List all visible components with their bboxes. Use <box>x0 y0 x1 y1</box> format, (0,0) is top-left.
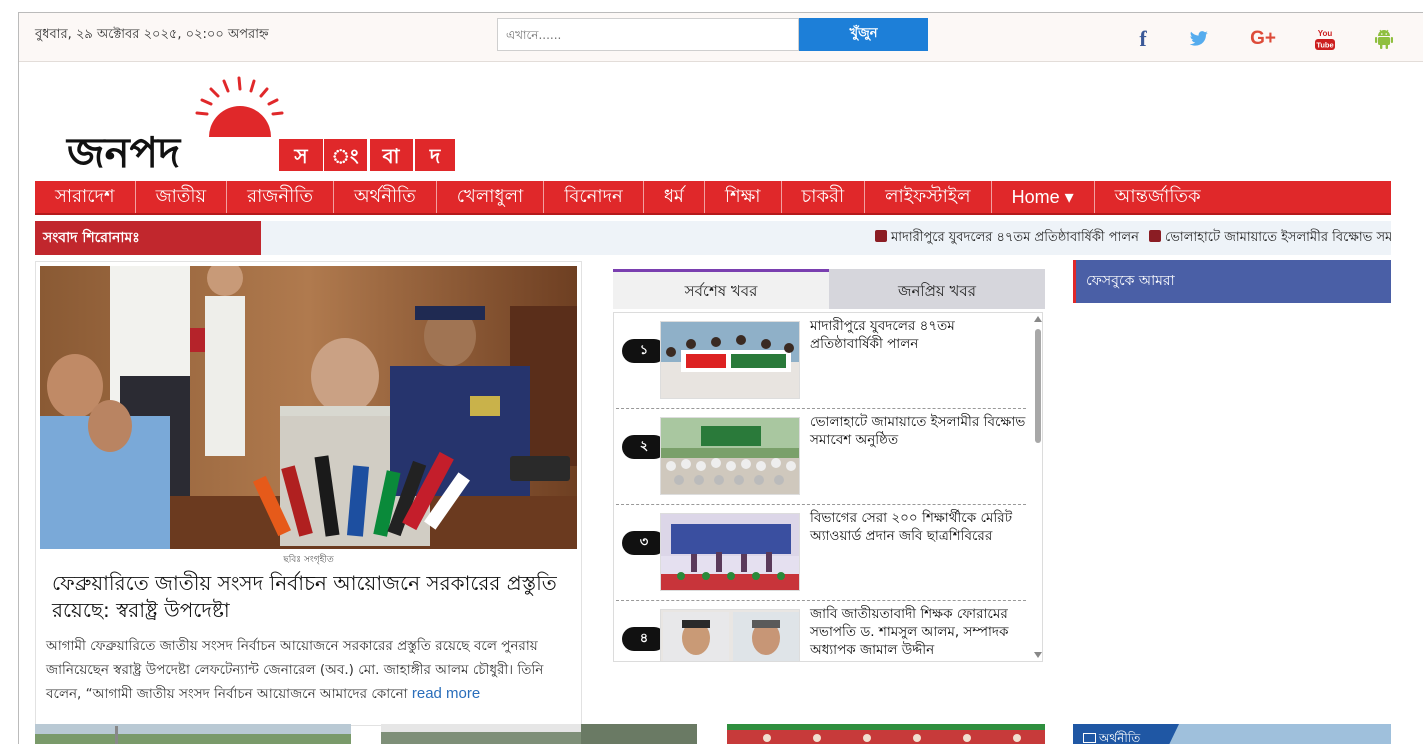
news-thumbnail[interactable] <box>660 609 800 661</box>
news-title[interactable]: জাবি জাতীয়তাবাদী শিক্ষক ফোরামের সভাপতি … <box>810 605 1026 659</box>
tab-latest-news[interactable]: সর্বশেষ খবর <box>613 269 829 309</box>
ticker-label: সংবাদ শিরোনামঃ <box>35 221 261 255</box>
top-bar: বুধবার, ২৯ অক্টোবর ২০২৫, ০২:০০ অপরাহ্ন খ… <box>19 13 1423 62</box>
latest-news-list: ১ মাদারীপুরে যুবদলের ৪৭তম প্রতিষ্ঠাবার্ষ… <box>613 312 1043 662</box>
browser-page: বুধবার, ২৯ অক্টোবর ২০২৫, ০২:০০ অপরাহ্ন খ… <box>18 12 1423 744</box>
logo-letter-4: দ <box>429 144 442 168</box>
news-title[interactable]: বিভাগের সেরা ২০০ শিক্ষার্থীকে মেরিট অ্যা… <box>810 509 1026 545</box>
lead-story-title[interactable]: ফেব্রুয়ারিতে জাতীয় সংসদ নির্বাচন আয়োজ… <box>52 570 562 624</box>
nav-item-kheladhula[interactable]: খেলাধুলা <box>437 181 545 213</box>
bottom-photo-1 <box>35 724 351 744</box>
android-robot <box>1375 29 1393 49</box>
youtube-logo: You Tube <box>1315 29 1335 50</box>
news-title[interactable]: ভোলাহাটে জামায়াতে ইসলামীর বিক্ষোভ সমাবে… <box>810 413 1026 449</box>
bottom-news-thumbnail[interactable] <box>727 724 1045 744</box>
ticker-scroll: মাদারীপুরে যুবদলের ৪৭তম প্রতিষ্ঠাবার্ষিক… <box>263 221 1391 255</box>
nav-item-saradesh[interactable]: সারাদেশ <box>35 181 136 213</box>
nav-item-lifestyle[interactable]: লাইফস্টাইল <box>865 181 992 213</box>
google-plus-glyph: G+ <box>1250 28 1276 49</box>
bottom-news-thumbnail[interactable] <box>35 724 351 744</box>
lead-story-excerpt: আগামী ফেব্রুয়ারিতে জাতীয় সংসদ নির্বাচন… <box>46 634 574 706</box>
youtube-icon[interactable]: You Tube <box>1313 25 1337 53</box>
nav-item-chakri[interactable]: চাকরী <box>782 181 866 213</box>
site-logo[interactable]: জনপদ স ং বা দ <box>47 75 457 177</box>
list-item[interactable]: ৩ বিভাগের সেরা ২০০ শিক্ষার্থীকে মেরিট অ্… <box>616 505 1026 601</box>
tab-popular-news[interactable]: জনপ্রিয় খবর <box>829 269 1045 309</box>
newspaper-icon <box>1083 733 1096 743</box>
scroll-thumb <box>1035 329 1041 443</box>
youtube-bottom-text: Tube <box>1316 41 1333 50</box>
search-input[interactable] <box>497 18 799 51</box>
news-thumbnail[interactable] <box>660 417 800 495</box>
nav-item-rajniti[interactable]: রাজনীতি <box>227 181 334 213</box>
nav-item-jatiyo[interactable]: জাতীয় <box>136 181 228 213</box>
news-thumbnail[interactable] <box>660 513 800 591</box>
logo-text-janapad: জনপদ <box>65 128 182 171</box>
ticker-items: মাদারীপুরে যুবদলের ৪৭তম প্রতিষ্ঠাবার্ষিক… <box>875 221 1391 255</box>
nav-item-shikkha[interactable]: শিক্ষা <box>705 181 782 213</box>
portrait-photos <box>661 610 799 661</box>
news-ticker: সংবাদ শিরোনামঃ মাদারীপুরে যুবদলের ৪৭তম প… <box>35 221 1391 255</box>
scroll-down-icon <box>1034 652 1042 658</box>
search-form: খুঁজুন <box>497 18 929 51</box>
list-scrollbar[interactable] <box>1031 313 1045 661</box>
scroll-up-icon <box>1034 316 1042 322</box>
list-item[interactable]: ২ ভোলাহাটে জামায়াতে ইসলামীর বিক্ষোভ সমা… <box>616 409 1026 505</box>
search-button[interactable]: খুঁজুন <box>799 18 928 51</box>
youtube-top-text: You <box>1318 29 1333 38</box>
logo-letter-1: স <box>293 144 308 168</box>
nav-item-home-dropdown[interactable]: Home ▾ <box>992 181 1095 213</box>
rally-photo <box>661 322 799 398</box>
news-thumbnail[interactable] <box>660 321 800 399</box>
logo-letter-3: বা <box>382 144 401 168</box>
nav-item-dhormo[interactable]: ধর্ম <box>644 181 705 213</box>
android-icon[interactable] <box>1371 25 1397 53</box>
news-title[interactable]: মাদারীপুরে যুবদলের ৪৭তম প্রতিষ্ঠাবার্ষিক… <box>810 317 1026 353</box>
read-more-link[interactable]: read more <box>412 685 480 702</box>
nav-item-orthoniti[interactable]: অর্থনীতি <box>334 181 437 213</box>
ticker-item[interactable]: ভোলাহাটে জামায়াতে ইসলামীর বিক্ষোভ সমাবে… <box>1165 230 1391 245</box>
nav-item-antorjatik[interactable]: আন্তর্জাতিক <box>1095 181 1221 213</box>
press-conference-photo <box>40 260 577 549</box>
twitter-bird <box>1189 31 1208 46</box>
nav-item-binodon[interactable]: বিনোদন <box>544 181 644 213</box>
twitter-icon[interactable] <box>1186 25 1212 53</box>
bottom-photo-3 <box>727 724 1045 744</box>
current-date: বুধবার, ২৯ অক্টোবর ২০২৫, ০২:০০ অপরাহ্ন <box>35 27 269 42</box>
logo-letter-2: ং <box>331 144 359 168</box>
ticker-item[interactable]: মাদারীপুরে যুবদলের ৪৭তম প্রতিষ্ঠাবার্ষিক… <box>891 230 1139 245</box>
lead-story: ছবিঃ সংগৃহীত ফেব্রুয়ারিতে জাতীয় সংসদ ন… <box>35 260 582 726</box>
category-label-text: অর্থনীতি <box>1099 731 1141 744</box>
image-caption: ছবিঃ সংগৃহীত <box>283 555 334 565</box>
list-item[interactable]: ১ মাদারীপুরে যুবদলের ৪৭তম প্রতিষ্ঠাবার্ষ… <box>616 313 1026 409</box>
logo-graphic: জনপদ স ং বা দ <box>65 76 455 177</box>
lead-story-image[interactable] <box>40 260 577 549</box>
scrollbar-graphic <box>1034 316 1042 658</box>
award-ceremony-photo <box>661 514 799 590</box>
bottom-news-thumbnail[interactable] <box>381 724 697 744</box>
bullet-icon <box>1148 230 1161 242</box>
news-tabs: সর্বশেষ খবর জনপ্রিয় খবর <box>613 269 1045 309</box>
facebook-icon[interactable]: f <box>1133 25 1153 53</box>
category-label[interactable]: অর্থনীতি <box>1073 724 1179 744</box>
category-orthoniti-widget: অর্থনীতি <box>1073 724 1391 744</box>
facebook-widget-header: ফেসবুকে আমরা <box>1073 260 1391 303</box>
list-item[interactable]: ৪ জাবি জাতীয়তাবাদী শিক্ষক ফোরামের সভাপত… <box>616 601 1026 661</box>
bottom-photo-2 <box>381 724 697 744</box>
bullet-icon <box>875 230 887 242</box>
main-navigation: সারাদেশ জাতীয় রাজনীতি অর্থনীতি খেলাধুলা… <box>35 181 1391 215</box>
google-plus-icon[interactable]: G+ <box>1248 25 1278 53</box>
facebook-glyph: f <box>1139 26 1147 51</box>
rally-photo <box>661 418 799 494</box>
